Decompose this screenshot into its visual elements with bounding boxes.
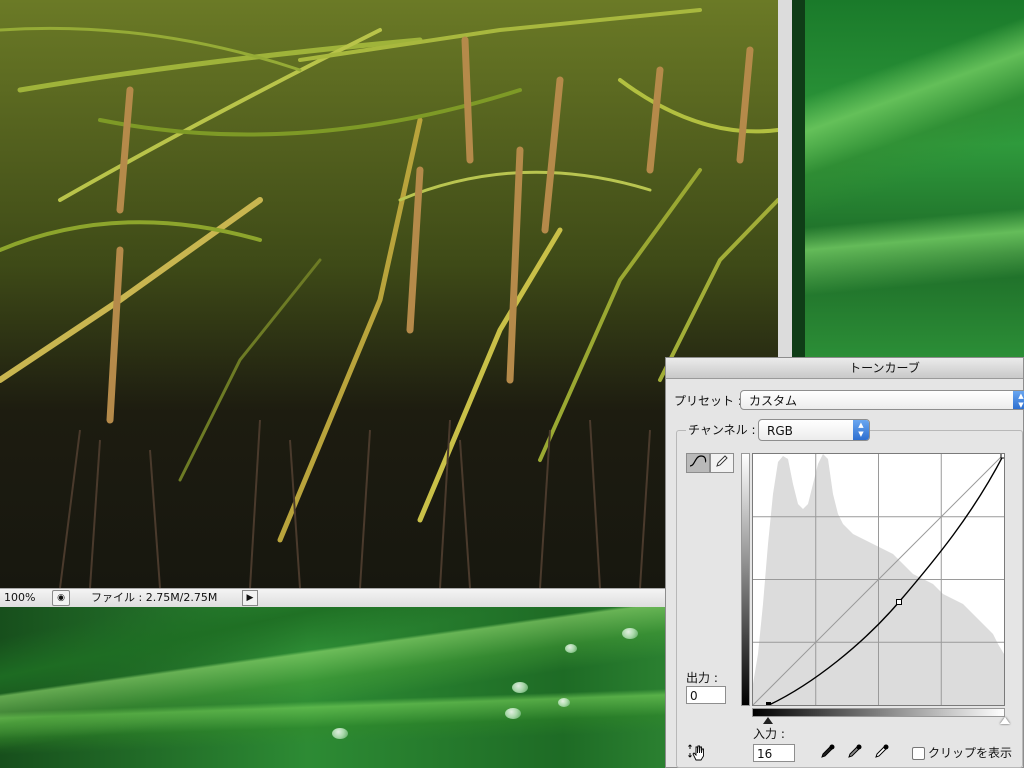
show-clipping-checkbox[interactable] [912, 747, 925, 760]
curve-icon[interactable] [686, 453, 710, 473]
black-point-slider[interactable] [763, 717, 773, 724]
water-drop [505, 708, 521, 719]
rice-field-photo [0, 0, 778, 588]
eyedropper-gray-icon[interactable] [847, 743, 863, 763]
eyedropper-white-icon[interactable] [874, 743, 890, 763]
zoom-options-icon[interactable]: ◉ [52, 590, 70, 606]
dropdown-arrows-icon: ▲ ▼ [1013, 391, 1024, 409]
pencil-icon[interactable] [710, 453, 734, 473]
white-point-slider[interactable] [1000, 717, 1010, 724]
channel-dropdown[interactable]: RGB ▲ ▼ [758, 419, 870, 441]
input-field[interactable]: 16 [753, 744, 795, 762]
curves-dialog: トーンカーブ プリセット : カスタム ▲▼ チャンネル : RGB ▲▼ [665, 357, 1024, 768]
curve-graph[interactable] [752, 452, 1007, 707]
curve-point-mid [896, 599, 902, 605]
eyedropper-black-icon[interactable] [820, 743, 836, 763]
water-drop [622, 628, 638, 639]
water-drop [512, 682, 528, 693]
desktop-background-side [805, 0, 1024, 360]
preset-label: プリセット : [674, 394, 742, 408]
water-drop [558, 698, 570, 707]
hand-adjust-icon[interactable] [688, 744, 708, 766]
dropdown-arrows-icon: ▲ ▼ [853, 420, 869, 440]
document-status-bar: 100% ◉ ファイル : 2.75M/2.75M ▶ [0, 588, 778, 607]
output-label: 出力 : [686, 671, 718, 685]
status-menu-arrow-icon[interactable]: ▶ [242, 590, 258, 606]
preset-dropdown[interactable]: カスタム ▲ ▼ [740, 390, 1024, 410]
curve-point-black [766, 702, 771, 707]
input-label: 入力 : [753, 727, 785, 741]
output-gradient-bar [741, 453, 750, 706]
water-drop [332, 728, 348, 739]
dialog-title: トーンカーブ [666, 358, 1023, 379]
show-clipping-label: クリップを表示 [928, 746, 1013, 760]
channel-value: RGB [767, 424, 793, 438]
channel-label: チャンネル : [686, 422, 758, 438]
input-gradient-bar [752, 708, 1005, 717]
preset-value: カスタム [749, 394, 798, 408]
zoom-level-field[interactable]: 100% [4, 591, 48, 605]
file-size-info: ファイル : 2.75M/2.75M [91, 591, 218, 604]
curve-point-white [1000, 452, 1007, 459]
output-field[interactable]: 0 [686, 686, 726, 704]
water-drop [565, 644, 577, 653]
